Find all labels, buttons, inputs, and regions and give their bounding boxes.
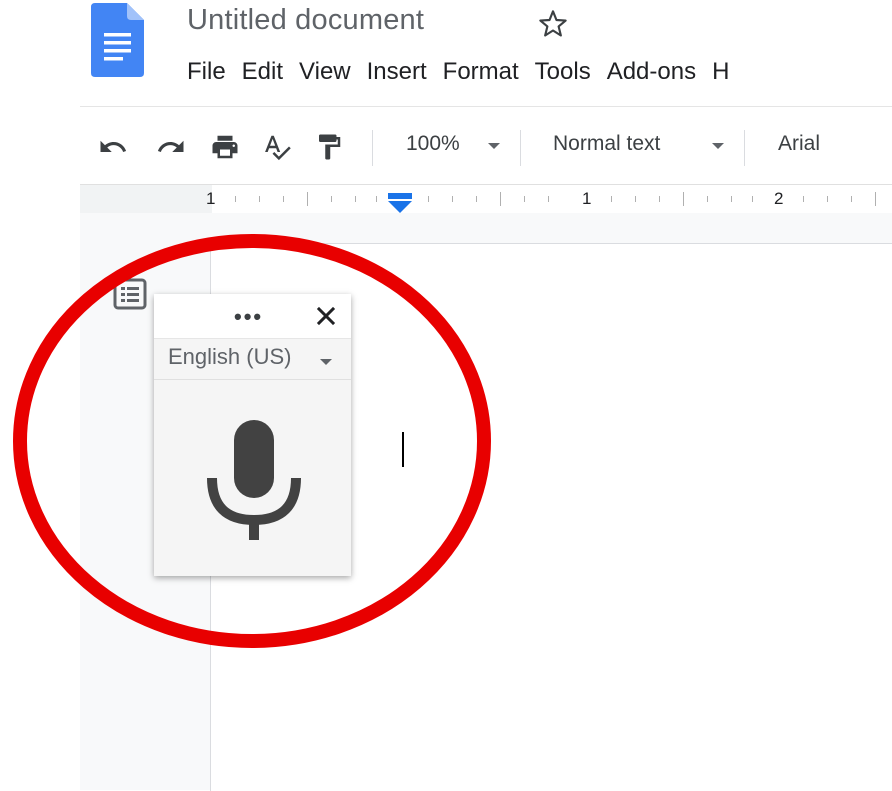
ruler-label: 2 bbox=[774, 189, 784, 208]
header-divider bbox=[80, 106, 892, 107]
menu-help[interactable]: H bbox=[712, 58, 729, 86]
text-cursor bbox=[402, 432, 404, 467]
ruler-tick bbox=[752, 196, 753, 202]
menu-bar: File Edit View Insert Format Tools Add-ons H bbox=[187, 58, 745, 90]
menu-view[interactable]: View bbox=[299, 58, 351, 86]
ruler-tick bbox=[827, 196, 828, 202]
ruler-tick bbox=[500, 192, 501, 206]
undo-icon[interactable] bbox=[98, 132, 128, 162]
ruler-tick bbox=[875, 192, 876, 206]
ruler-tick bbox=[707, 196, 708, 202]
ruler-tick bbox=[355, 196, 356, 202]
voice-typing-header[interactable]: ••• bbox=[154, 294, 351, 339]
close-icon[interactable] bbox=[314, 304, 338, 328]
font-select[interactable]: Arial bbox=[778, 132, 820, 156]
ruler-tick bbox=[428, 196, 429, 202]
ruler-tick bbox=[331, 196, 332, 202]
style-dropdown-icon[interactable] bbox=[712, 143, 724, 149]
star-icon[interactable] bbox=[537, 8, 569, 40]
menu-edit[interactable]: Edit bbox=[242, 58, 283, 86]
ruler-label: 1 bbox=[206, 189, 216, 208]
ruler-tick bbox=[452, 196, 453, 202]
ruler-tick bbox=[851, 196, 852, 202]
voice-typing-panel[interactable]: ••• English (US) bbox=[154, 294, 351, 576]
ruler-tick bbox=[259, 196, 260, 202]
ruler-tick bbox=[611, 196, 612, 202]
ruler-tick bbox=[683, 192, 684, 206]
toolbar-separator bbox=[372, 130, 373, 166]
microphone-icon[interactable] bbox=[204, 416, 304, 546]
indent-marker-icon[interactable] bbox=[388, 193, 412, 213]
paint-format-icon[interactable] bbox=[314, 132, 344, 162]
ruler-tick bbox=[635, 196, 636, 202]
spellcheck-icon[interactable] bbox=[262, 132, 292, 162]
google-docs-logo-icon[interactable] bbox=[91, 3, 144, 77]
ruler-tick bbox=[524, 196, 525, 202]
ruler-tick bbox=[731, 196, 732, 202]
ruler-tick bbox=[376, 196, 377, 202]
ruler-tick bbox=[283, 196, 284, 202]
ruler-tick bbox=[659, 196, 660, 202]
style-select[interactable]: Normal text bbox=[553, 132, 660, 156]
redo-icon[interactable] bbox=[156, 132, 186, 162]
ruler-content-area bbox=[212, 185, 892, 213]
ruler-tick bbox=[548, 196, 549, 202]
more-icon[interactable]: ••• bbox=[234, 304, 263, 330]
document-outline-icon[interactable] bbox=[113, 278, 147, 310]
toolbar: 100% Normal text Arial bbox=[0, 118, 892, 172]
ruler-tick bbox=[476, 196, 477, 202]
zoom-select[interactable]: 100% bbox=[406, 132, 460, 156]
menu-insert[interactable]: Insert bbox=[367, 58, 427, 86]
ruler-tick bbox=[235, 196, 236, 202]
menu-add-ons[interactable]: Add-ons bbox=[607, 58, 696, 86]
menu-file[interactable]: File bbox=[187, 58, 226, 86]
language-dropdown-icon[interactable] bbox=[320, 359, 332, 365]
print-icon[interactable] bbox=[210, 132, 240, 162]
ruler-tick bbox=[307, 192, 308, 206]
menu-tools[interactable]: Tools bbox=[535, 58, 591, 86]
ruler-label: 1 bbox=[582, 189, 592, 208]
zoom-dropdown-icon[interactable] bbox=[488, 143, 500, 149]
language-label: English (US) bbox=[168, 344, 292, 369]
menu-format[interactable]: Format bbox=[443, 58, 519, 86]
document-title[interactable]: Untitled document bbox=[187, 4, 424, 37]
toolbar-separator bbox=[744, 130, 745, 166]
ruler[interactable]: 1 1 2 bbox=[80, 184, 892, 214]
toolbar-separator bbox=[520, 130, 521, 166]
ruler-tick bbox=[803, 196, 804, 202]
language-select[interactable]: English (US) bbox=[154, 339, 351, 380]
